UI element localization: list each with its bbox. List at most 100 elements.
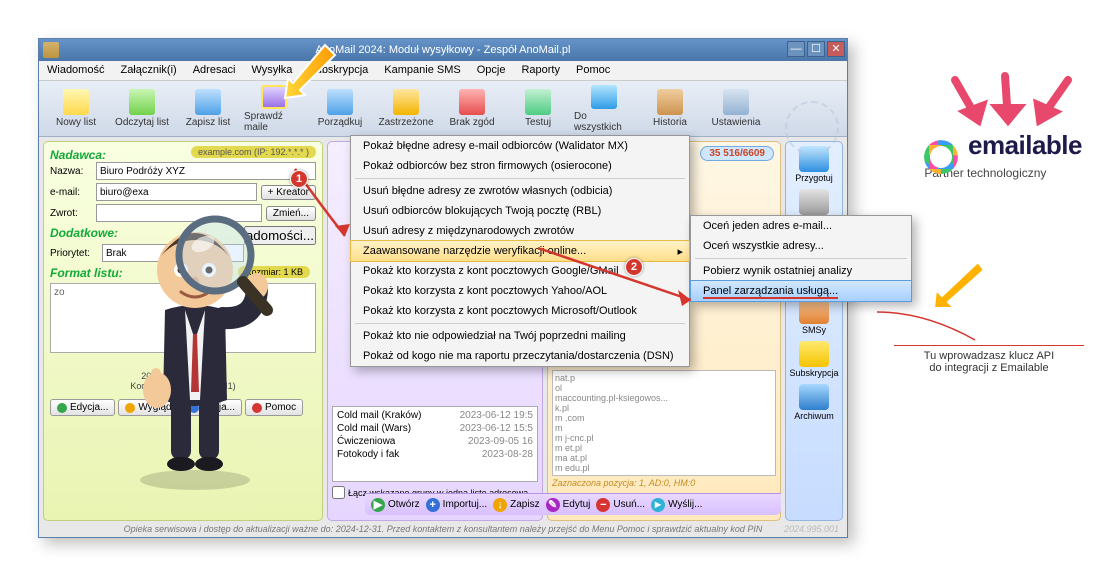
toolbar-zapisz-list[interactable]: Zapisz list [177,84,239,134]
toolbar-nowy-list[interactable]: Nowy list [45,84,107,134]
recipient-row[interactable]: k.pl [555,403,773,413]
menu-item[interactable]: Usuń błędne adresy ze zwrotów własnych (… [351,181,689,201]
menu-item[interactable]: Pokaż kto nie odpowiedział na Twój poprz… [351,326,689,346]
window-buttons: — ☐ ✕ [787,41,845,57]
menu-item[interactable]: Usuń adresy z międzynarodowych zwrotów [351,221,689,241]
recipient-row[interactable]: maccounting.pl-ksiegowos... [555,393,773,403]
pink-arrows-icon [940,72,1090,142]
kreator-button[interactable]: + Kreator [261,185,316,200]
action-otworz[interactable]: ▶Otwórz [371,498,420,512]
toolbar-ustawienia[interactable]: Ustawienia [705,84,767,134]
menu-item[interactable]: Pokaż odbiorców bez stron firmowych (osi… [351,156,689,176]
sender-btn-0[interactable]: Edycja... [50,399,115,416]
menu-wysyłka[interactable]: Wysyłka [244,61,301,80]
recipient-row[interactable]: ma at.pl [555,453,773,463]
sidebar-smsy[interactable]: SMSy [799,298,829,335]
message-textarea[interactable]: zo [50,283,316,353]
right-sidebar: PrzygotujAntyspamSMSySubskrypcjaArchiwum [785,141,843,521]
group-row[interactable]: Cold mail (Wars)2023-06-12 15:5 [335,422,535,435]
pobierz-icon [799,189,829,215]
recipient-row[interactable]: m [555,423,773,433]
email-input[interactable] [96,183,257,201]
name-input[interactable] [96,162,316,180]
action-importuj[interactable]: +Importuj... [426,498,487,512]
toolbar-historia[interactable]: Historia [639,84,701,134]
group-row[interactable]: Cold mail (Kraków)2023-06-12 19:5 [335,409,535,422]
recipients-list[interactable]: nat.polmaccounting.pl-ksiegowos... k.plm… [552,370,776,476]
sender-btn-3[interactable]: Pomoc [245,399,303,416]
menu-item[interactable]: Panel zarządzania usługą... [690,280,912,302]
action-edytuj[interactable]: ✎Edytuj [546,498,591,512]
minimize-button[interactable]: — [787,41,805,57]
wiadomosci-button[interactable]: adomości... [244,226,316,245]
recipient-row[interactable]: m edu.pl [555,463,773,473]
ip-badge: example.com (IP: 192.*.*.* ) [191,146,316,158]
menu-item[interactable]: Pokaż od kogo nie ma raportu przeczytani… [351,346,689,366]
zapisz-list-icon [195,89,221,115]
sender-btn-1[interactable]: Wygląd [118,399,178,416]
recipient-row[interactable]: m .com [555,413,773,423]
zwrot-input[interactable] [96,204,262,222]
zastrzezone-icon [393,89,419,115]
do-wszystkich-icon [591,85,617,109]
menu-item[interactable]: Pokaż kto korzysta z kont pocztowych Yah… [351,281,689,301]
window-title: AnoMail 2024: Moduł wysyłkowy - Zespół A… [316,44,571,56]
menu-adresaci[interactable]: Adresaci [185,61,244,80]
action-wyslij[interactable]: ►Wyślij... [651,498,702,512]
email-label: e-mail: [50,187,92,198]
menu-opcje[interactable]: Opcje [469,61,514,80]
testuj-icon [525,89,551,115]
menu-kampanie sms[interactable]: Kampanie SMS [376,61,468,80]
titlebar: AnoMail 2024: Moduł wysyłkowy - Zespół A… [39,39,847,61]
sidebar-subskrypcja[interactable]: Subskrypcja [789,341,838,378]
menu-raporty[interactable]: Raporty [513,61,568,80]
recipient-row[interactable]: m et.pl [555,443,773,453]
toolbar: Nowy listOdczytaj listZapisz listSprawdź… [39,81,847,137]
sidebar-pobierz[interactable] [799,189,829,216]
toolbar-do-wszystkich[interactable]: Do wszystkich [573,84,635,134]
toolbar-sprawdz-maile[interactable]: Sprawdź maile [243,84,305,134]
menu-item[interactable]: Oceń jeden adres e-mail... [691,216,911,236]
merge-checkbox[interactable] [332,486,345,499]
annotation-number-2: 2 [625,258,643,276]
toolbar-porzadkuj[interactable]: Porządkuj [309,84,371,134]
toolbar-zastrzezone[interactable]: Zastrzeżone [375,84,437,134]
group-row[interactable]: Ćwiczeniowa2023-09-05 16 [335,435,535,448]
zmien-button[interactable]: Zmień... [266,206,316,221]
kat-input[interactable] [175,244,244,262]
menu-załącznik(i)[interactable]: Załącznik(i) [112,61,184,80]
action-usun[interactable]: −Usuń... [596,498,645,512]
menu-item[interactable]: Usuń odbiorców blokujących Twoją pocztę … [351,201,689,221]
toolbar-odczytaj-list[interactable]: Odczytaj list [111,84,173,134]
footnote: Opieka serwisowa i dostęp do aktualizacj… [39,524,847,534]
action-zapisz[interactable]: ↓Zapisz [493,498,539,512]
menu-item[interactable]: Pokaż błędne adresy e-mail odbiorców (Wa… [351,136,689,156]
sender-panel: Nadawca: example.com (IP: 192.*.*.* ) Na… [43,141,323,521]
menu-item[interactable]: Pokaż kto korzysta z kont pocztowych Mic… [351,301,689,321]
close-button[interactable]: ✕ [827,41,845,57]
menu-item[interactable]: Oceń wszystkie adresy... [691,236,911,256]
nowy-list-icon [63,89,89,115]
recipient-row[interactable]: ol [555,383,773,393]
toolbar-testuj[interactable]: Testuj [507,84,569,134]
menu-item[interactable]: Pobierz wynik ostatniej analizy [691,261,911,281]
group-row[interactable]: Fotokody i fak2023-08-28 [335,448,535,461]
menu-pomoc[interactable]: Pomoc [568,61,618,80]
groups-list[interactable]: Cold mail (Kraków)2023-06-12 19:5Cold ma… [332,406,538,482]
recipient-row[interactable]: m j-cnc.pl [555,433,773,443]
version-label: 2024.995.001 [784,524,839,534]
prio-input[interactable] [102,244,171,262]
app-icon [43,42,59,58]
toolbar-brak-zgod[interactable]: Brak zgód [441,84,503,134]
historia-icon [657,89,683,115]
emailable-logo-icon [924,140,958,174]
subskrypcja-icon [799,341,829,367]
recipient-row[interactable]: nat.p [555,373,773,383]
menu-wiadomość[interactable]: Wiadomość [39,61,112,80]
sender-btn-2[interactable]: Sesja... [182,399,242,416]
maximize-button[interactable]: ☐ [807,41,825,57]
sidebar-archiwum[interactable]: Archiwum [794,384,834,421]
menu-subskrypcja[interactable]: Subskrypcja [300,61,376,80]
zwrot-label: Zwrot: [50,208,92,219]
sender-header: Nadawca: [50,148,106,162]
